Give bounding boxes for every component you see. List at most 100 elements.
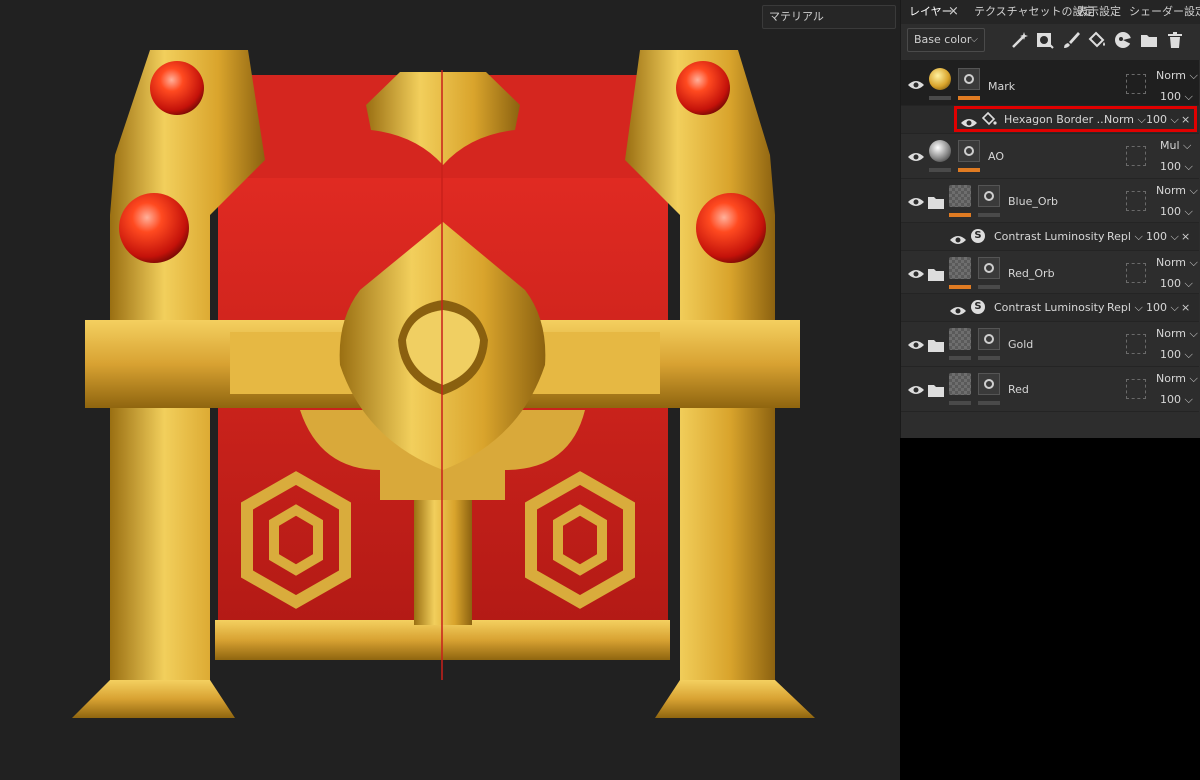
substance-filter-icon: S — [971, 229, 985, 243]
mask-thumbnail[interactable] — [978, 257, 1000, 279]
effect-row-contrast-luminosity[interactable]: S Contrast Luminosity Repl ⌵ 100 ⌵ × — [901, 223, 1199, 251]
blend-mode-value: Repl — [1107, 301, 1131, 314]
effect-row-hexagon-border[interactable]: Hexagon Border ... Norm ⌵ 100 ⌵ × — [901, 106, 1199, 134]
opacity-value: 100 — [1160, 160, 1181, 173]
opacity-select[interactable]: 100 ⌵ — [1146, 113, 1179, 127]
mask-thumbnail[interactable] — [958, 140, 980, 162]
mask-slot — [1126, 334, 1146, 354]
layers-panel: レイヤー × テクスチャセットの設定 表示設定 シェーダー設定 Base col… — [900, 0, 1200, 438]
eye-icon[interactable] — [949, 302, 967, 315]
opacity-select[interactable]: 100 ⌵ — [1160, 90, 1193, 104]
mask-bar — [978, 213, 1000, 217]
tab-layers[interactable]: レイヤー — [909, 0, 953, 24]
eye-icon[interactable] — [907, 265, 925, 278]
tab-shader-settings[interactable]: シェーダー設定 — [1129, 0, 1200, 24]
opacity-value: 100 — [1160, 348, 1181, 361]
mask-slot — [1126, 191, 1146, 211]
opacity-value: 100 — [1146, 113, 1167, 126]
effect-name: Contrast Luminosity — [994, 301, 1105, 314]
blend-mode-value: Norm — [1156, 372, 1187, 385]
layer-name: Red_Orb — [1008, 267, 1055, 280]
thumbnail-bar — [949, 356, 971, 360]
mask-selected-bar — [958, 168, 980, 172]
layer-row-blue-orb[interactable]: Blue_Orb Norm ⌵ 100 ⌵ — [901, 179, 1199, 223]
folder-icon — [928, 337, 944, 352]
mask-thumbnail[interactable] — [978, 185, 1000, 207]
channel-select-value: Base color — [914, 33, 972, 46]
blend-mode-select[interactable]: Norm ⌵ — [1156, 372, 1198, 386]
blend-mode-select[interactable]: Norm ⌵ — [1104, 113, 1146, 127]
smart-material-icon[interactable] — [1113, 30, 1133, 50]
brush-icon[interactable] — [1061, 30, 1081, 50]
folder-icon[interactable] — [1139, 30, 1159, 50]
effect-row-contrast-luminosity[interactable]: S Contrast Luminosity Repl ⌵ 100 ⌵ × — [901, 294, 1199, 322]
remove-effect-icon[interactable]: × — [1181, 230, 1190, 243]
mask-bar — [978, 356, 1000, 360]
layer-thumbnail — [949, 328, 971, 350]
remove-effect-icon[interactable]: × — [1181, 113, 1190, 126]
effect-name: Contrast Luminosity — [994, 230, 1105, 243]
mask-thumbnail[interactable] — [978, 373, 1000, 395]
blend-mode-select[interactable]: Repl ⌵ — [1107, 230, 1143, 244]
substance-filter-icon: S — [971, 300, 985, 314]
mask-thumbnail[interactable] — [958, 68, 980, 90]
eye-icon[interactable] — [907, 381, 925, 394]
opacity-value: 100 — [1146, 230, 1167, 243]
opacity-value: 100 — [1160, 277, 1181, 290]
magic-wand-icon[interactable] — [1009, 30, 1029, 50]
fill-icon[interactable] — [1087, 30, 1107, 50]
thumbnail-bar — [929, 168, 951, 172]
blend-mode-select[interactable]: Mul ⌵ — [1160, 139, 1191, 153]
mask-bar — [978, 285, 1000, 289]
mask-slot — [1126, 263, 1146, 283]
folder-icon — [928, 194, 944, 209]
layer-name: AO — [988, 150, 1004, 163]
blend-mode-select[interactable]: Norm ⌵ — [1156, 69, 1198, 83]
opacity-select[interactable]: 100 ⌵ — [1146, 301, 1179, 315]
blend-mode-select[interactable]: Norm ⌵ — [1156, 184, 1198, 198]
layer-row-red-orb[interactable]: Red_Orb Norm ⌵ 100 ⌵ — [901, 251, 1199, 294]
material-select[interactable]: マテリアル — [762, 5, 896, 29]
layer-row-red[interactable]: Red Norm ⌵ 100 ⌵ — [901, 367, 1199, 412]
opacity-select[interactable]: 100 ⌵ — [1160, 277, 1193, 291]
eye-icon[interactable] — [907, 148, 925, 161]
eye-icon[interactable] — [949, 231, 967, 244]
trash-icon[interactable] — [1165, 30, 1185, 50]
layer-name: Mark — [988, 80, 1016, 93]
remove-effect-icon[interactable]: × — [1181, 301, 1190, 314]
3d-viewport[interactable]: マテリアル — [0, 0, 900, 780]
layer-row-mark[interactable]: Mark Norm ⌵ 100 ⌵ — [901, 60, 1199, 106]
eye-icon[interactable] — [907, 76, 925, 89]
layer-toolbar: Base color ⌵ — [901, 24, 1200, 60]
empty-area — [900, 438, 1200, 780]
thumbnail-selected-bar — [949, 285, 971, 289]
mask-slot — [1126, 74, 1146, 94]
mask-slot — [1126, 146, 1146, 166]
add-mask-icon[interactable] — [1035, 30, 1055, 50]
close-icon[interactable]: × — [948, 0, 959, 24]
mask-thumbnail[interactable] — [978, 328, 1000, 350]
panel-tabs: レイヤー × テクスチャセットの設定 表示設定 シェーダー設定 — [901, 0, 1200, 24]
blend-mode-value: Norm — [1104, 113, 1135, 126]
layer-row-gold[interactable]: Gold Norm ⌵ 100 ⌵ — [901, 322, 1199, 367]
eye-icon[interactable] — [907, 336, 925, 349]
tab-display-settings[interactable]: 表示設定 — [1077, 0, 1121, 24]
opacity-select[interactable]: 100 ⌵ — [1146, 230, 1179, 244]
blend-mode-select[interactable]: Norm ⌵ — [1156, 256, 1198, 270]
opacity-select[interactable]: 100 ⌵ — [1160, 348, 1193, 362]
opacity-select[interactable]: 100 ⌵ — [1160, 160, 1193, 174]
channel-select[interactable]: Base color ⌵ — [907, 28, 985, 52]
layer-row-ao[interactable]: AO Mul ⌵ 100 ⌵ — [901, 134, 1199, 179]
opacity-select[interactable]: 100 ⌵ — [1160, 205, 1193, 219]
layer-thumbnail — [949, 185, 971, 207]
opacity-value: 100 — [1160, 205, 1181, 218]
eye-icon[interactable] — [960, 114, 978, 127]
opacity-select[interactable]: 100 ⌵ — [1160, 393, 1193, 407]
blend-mode-select[interactable]: Norm ⌵ — [1156, 327, 1198, 341]
blend-mode-value: Norm — [1156, 184, 1187, 197]
blend-mode-select[interactable]: Repl ⌵ — [1107, 301, 1143, 315]
eye-icon[interactable] — [907, 193, 925, 206]
chevron-down-icon: ⌵ — [970, 34, 978, 45]
opacity-value: 100 — [1160, 90, 1181, 103]
blend-mode-value: Norm — [1156, 256, 1187, 269]
